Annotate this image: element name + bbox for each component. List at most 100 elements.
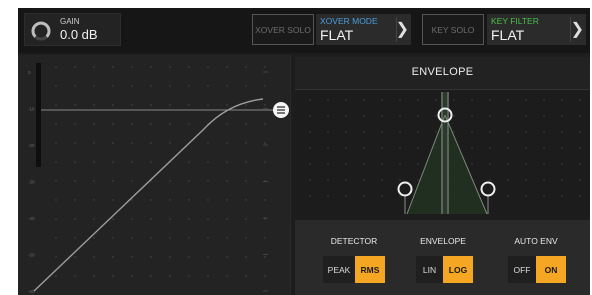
grid-dot — [74, 218, 76, 220]
envelope-grid-dot — [399, 147, 401, 149]
envelope-grid-dot — [417, 163, 419, 165]
grid-dot — [207, 180, 209, 182]
envelope-grid-dot — [507, 131, 509, 133]
detector-controls: DETECTOR PEAK RMS ENVELOPE LIN LOG AUTO … — [295, 220, 590, 295]
envelope-grid-dot — [381, 131, 383, 133]
threshold-handle[interactable] — [273, 102, 289, 118]
grid-dot — [226, 180, 228, 182]
envelope-grid-dot — [399, 163, 401, 165]
envelope-grid-dot — [543, 163, 545, 165]
envelope-grid-dot — [363, 115, 365, 117]
release-handle[interactable] — [480, 181, 496, 197]
envelope-mode-label: ENVELOPE — [420, 236, 466, 246]
envelope-grid-dot — [435, 131, 437, 133]
grid-dot — [226, 104, 228, 106]
envelope-grid-dot — [525, 147, 527, 149]
envelope-grid-dot — [309, 131, 311, 133]
chevron-right-icon[interactable]: ❯ — [571, 19, 584, 39]
envelope-grid-dot — [525, 163, 527, 165]
envelope-grid-dot — [381, 195, 383, 197]
envelope-grid-dot — [561, 195, 563, 197]
envelope-grid-dot — [327, 147, 329, 149]
transfer-curve-graph[interactable]: 0 -10 -20 -30 -40 -50 -60 — [18, 55, 291, 295]
grid-dot — [169, 275, 171, 277]
envelope-mode-toggle[interactable]: LIN LOG — [416, 256, 473, 283]
grid-dot — [264, 104, 266, 106]
grid-dot — [207, 161, 209, 163]
grid-dot — [188, 85, 190, 87]
grid-dot — [112, 85, 114, 87]
envelope-grid-dot — [363, 99, 365, 101]
grid-dot — [55, 142, 57, 144]
auto-env-on-button[interactable]: ON — [536, 256, 566, 283]
detector-label: DETECTOR — [330, 236, 378, 246]
key-solo-button[interactable]: KEY SOLO — [422, 14, 484, 45]
grid-dot — [150, 161, 152, 163]
gain-control[interactable]: GAIN 0.0 dB — [24, 13, 121, 46]
grid-dot — [169, 199, 171, 201]
grid-dot — [264, 123, 266, 125]
grid-dot — [226, 199, 228, 201]
grid-dot — [245, 237, 247, 239]
xover-solo-button[interactable]: XOVER SOLO — [252, 14, 314, 45]
grid-dot — [150, 275, 152, 277]
grid-dot — [226, 161, 228, 163]
envelope-grid-dot — [561, 163, 563, 165]
grid-dot — [74, 237, 76, 239]
key-filter-value: FLAT — [491, 27, 525, 43]
grid-dot — [169, 66, 171, 68]
grid-dot — [55, 104, 57, 106]
envelope-grid-dot — [543, 131, 545, 133]
envelope-grid-dot — [543, 179, 545, 181]
envelope-graph[interactable] — [295, 90, 590, 215]
grid-dot — [74, 180, 76, 182]
grid-dot — [93, 123, 95, 125]
grid-dot — [131, 180, 133, 182]
auto-env-toggle[interactable]: OFF ON — [508, 256, 566, 283]
grid-dot — [264, 85, 266, 87]
grid-dot — [207, 275, 209, 277]
chevron-right-icon[interactable]: ❯ — [396, 19, 409, 39]
envelope-grid-dot — [309, 147, 311, 149]
grid-dot — [112, 161, 114, 163]
envelope-grid-dot — [471, 99, 473, 101]
envelope-log-button[interactable]: LOG — [443, 256, 473, 283]
grid-dot — [245, 66, 247, 68]
envelope-grid-dot — [399, 179, 401, 181]
grid-dot — [112, 237, 114, 239]
envelope-grid-dot — [399, 115, 401, 117]
gain-knob-icon[interactable] — [30, 20, 52, 42]
attack-handle[interactable] — [397, 181, 413, 197]
grid-dot — [74, 123, 76, 125]
grid-dot — [131, 161, 133, 163]
auto-env-off-button[interactable]: OFF — [508, 256, 536, 283]
envelope-lin-button[interactable]: LIN — [416, 256, 443, 283]
grid-dot — [150, 123, 152, 125]
grid-dot — [245, 275, 247, 277]
grid-dot — [74, 142, 76, 144]
detector-rms-button[interactable]: RMS — [355, 256, 385, 283]
envelope-grid-dot — [561, 115, 563, 117]
grid-dot — [93, 85, 95, 87]
grid-dot — [226, 123, 228, 125]
envelope-grid-dot — [381, 163, 383, 165]
grid-dot — [131, 142, 133, 144]
xover-mode-selector[interactable]: XOVER MODE FLAT ❯ — [316, 14, 411, 45]
envelope-grid-dot — [489, 179, 491, 181]
envelope-header: ENVELOPE — [295, 57, 590, 90]
envelope-grid-dot — [435, 115, 437, 117]
grid-dot — [150, 237, 152, 239]
grid-dot — [245, 123, 247, 125]
top-bar: GAIN 0.0 dB XOVER SOLO XOVER MODE FLAT ❯… — [18, 8, 590, 53]
detector-toggle[interactable]: PEAK RMS — [323, 256, 385, 283]
grid-dot — [226, 237, 228, 239]
grid-dot — [55, 199, 57, 201]
envelope-grid-dot — [579, 195, 581, 197]
detector-peak-button[interactable]: PEAK — [323, 256, 355, 283]
envelope-grid-dot — [309, 163, 311, 165]
envelope-grid-dot — [579, 179, 581, 181]
grid-dot — [150, 66, 152, 68]
key-filter-selector[interactable]: KEY FILTER FLAT ❯ — [487, 14, 586, 45]
gain-value[interactable]: 0.0 dB — [60, 27, 98, 42]
grid-dot — [55, 85, 57, 87]
